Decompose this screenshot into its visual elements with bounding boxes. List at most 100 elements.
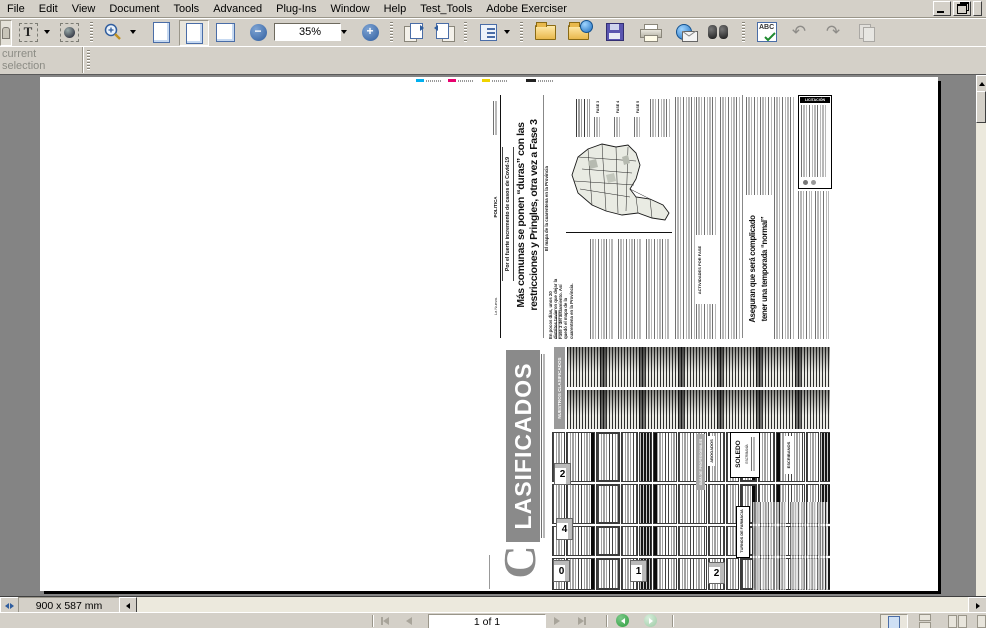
arrow-up-icon — [979, 82, 985, 86]
legend-fase4: FASE 4 — [614, 99, 622, 115]
toolbar-grip[interactable] — [520, 22, 523, 42]
toolbar-grip[interactable] — [742, 22, 745, 42]
page-shadow-bottom — [44, 591, 941, 594]
lawyers-header: ABOGADOS — [707, 436, 715, 466]
export-page-button[interactable] — [400, 20, 426, 44]
fit-page-button[interactable] — [179, 20, 209, 46]
spellcheck-button[interactable]: ABC — [754, 20, 780, 44]
actual-size-icon — [153, 22, 170, 43]
close-button[interactable] — [973, 1, 982, 16]
chevron-down-icon — [44, 30, 50, 34]
classified-ad — [596, 526, 620, 556]
next-view-button[interactable] — [644, 614, 657, 627]
fit-width-button[interactable] — [212, 20, 238, 44]
registration-mark-yellow — [482, 79, 507, 82]
previous-page-button[interactable] — [406, 617, 412, 625]
menu-tools[interactable]: Tools — [167, 2, 207, 16]
menu-window[interactable]: Window — [323, 2, 376, 16]
open-button[interactable] — [532, 20, 558, 44]
zoom-level-dropdown[interactable] — [338, 20, 350, 44]
zoom-tool-dropdown[interactable] — [128, 20, 138, 44]
body-text-column — [815, 191, 829, 339]
menu-test-tools[interactable]: Test_Tools — [413, 2, 479, 16]
horizontal-scrollbar-track[interactable] — [136, 597, 967, 612]
zoom-in-button[interactable]: + — [358, 20, 382, 44]
actual-size-button[interactable] — [148, 20, 174, 44]
menu-edit[interactable]: Edit — [32, 2, 65, 16]
classified-ad — [820, 432, 830, 482]
bookmarks-list-button[interactable] — [476, 20, 500, 44]
index-band — [567, 390, 830, 429]
continuous-facing-layout-button[interactable] — [976, 614, 986, 628]
list-dropdown[interactable] — [502, 20, 512, 44]
horizontal-scrollbar-row: 900 x 587 mm — [0, 596, 986, 613]
headline2-line2: tener una temporada “normal” — [758, 199, 770, 339]
classified-ad — [758, 432, 775, 482]
menu-advanced[interactable]: Advanced — [206, 2, 269, 16]
text-select-tool-button[interactable]: T — [15, 20, 41, 44]
menu-help[interactable]: Help — [377, 2, 414, 16]
text-select-dropdown[interactable] — [42, 20, 52, 44]
redo-button[interactable]: ↷ — [820, 20, 846, 44]
search-button[interactable] — [704, 20, 732, 44]
single-page-layout-button[interactable] — [880, 614, 908, 628]
print-button[interactable] — [636, 20, 664, 44]
registration-mark-cyan — [416, 79, 441, 82]
toolbar-grip[interactable] — [87, 50, 90, 70]
copy-button[interactable] — [854, 20, 880, 44]
selection-combo[interactable]: current selection — [2, 48, 80, 72]
menu-plugins[interactable]: Plug-Ins — [269, 2, 323, 16]
classified-ad — [639, 526, 652, 556]
newspaper-spread: La Nueva. POLITICA Por el fuerte increme… — [490, 89, 830, 591]
classified-ad — [678, 526, 707, 556]
next-page-button[interactable] — [554, 617, 560, 625]
minimize-icon — [937, 11, 944, 13]
import-page-button[interactable] — [432, 20, 458, 44]
toolbar-grip[interactable] — [390, 22, 393, 42]
scroll-up-button[interactable] — [976, 75, 986, 92]
menu-view[interactable]: View — [65, 2, 103, 16]
page-indicator-field[interactable]: 1 of 1 — [428, 614, 546, 628]
first-page-button[interactable] — [381, 617, 389, 625]
toolbar-grip[interactable] — [464, 22, 467, 42]
camera-icon — [60, 23, 79, 42]
last-page-button[interactable] — [578, 617, 586, 625]
continuous-layout-button[interactable] — [912, 614, 938, 628]
page-shadow-right — [938, 81, 941, 594]
news-page: La Nueva. POLITICA Por el fuerte increme… — [490, 89, 830, 343]
menu-file[interactable]: File — [0, 2, 32, 16]
facing-layout-button[interactable] — [944, 614, 970, 628]
zoom-out-button[interactable]: − — [246, 20, 270, 44]
toolbar-grip[interactable] — [90, 22, 93, 42]
save-button[interactable] — [602, 20, 628, 44]
ad-row — [552, 484, 830, 524]
photo-ad-digit: 0 — [553, 560, 570, 582]
menu-document[interactable]: Document — [102, 2, 166, 16]
previous-view-button[interactable] — [616, 614, 629, 627]
next-page-icon — [554, 617, 560, 625]
pharmacy-list — [790, 502, 828, 590]
undo-button[interactable]: ↶ — [786, 20, 812, 44]
minimize-button[interactable] — [933, 1, 951, 16]
zoom-level-field[interactable]: 35% — [274, 23, 341, 41]
body-text-column — [618, 239, 642, 339]
photo-ad-digit: 4 — [556, 518, 573, 540]
open-web-page-button[interactable] — [564, 20, 592, 44]
index-header-text: NUESTROS CLASIFICADOS — [554, 347, 565, 429]
index-band — [567, 347, 830, 387]
classifieds-initial: C — [490, 534, 548, 590]
restore-button[interactable] — [953, 1, 971, 16]
zoom-tool-button[interactable] — [100, 20, 126, 44]
snapshot-tool-button[interactable] — [56, 20, 82, 44]
hand-tool-button[interactable] — [0, 20, 12, 46]
ad-row — [552, 558, 830, 590]
email-button[interactable] — [670, 20, 698, 44]
body-text-column — [746, 97, 758, 195]
toolbar-main: T − 35% + — [0, 18, 986, 47]
menu-adobe-exerciser[interactable]: Adobe Exerciser — [479, 2, 574, 16]
vertical-scrollbar-thumb[interactable] — [976, 91, 986, 123]
restore-icon-front — [957, 4, 967, 14]
classified-ad — [806, 432, 819, 482]
undo-icon: ↶ — [792, 22, 806, 42]
vertical-scrollbar[interactable] — [976, 75, 986, 596]
